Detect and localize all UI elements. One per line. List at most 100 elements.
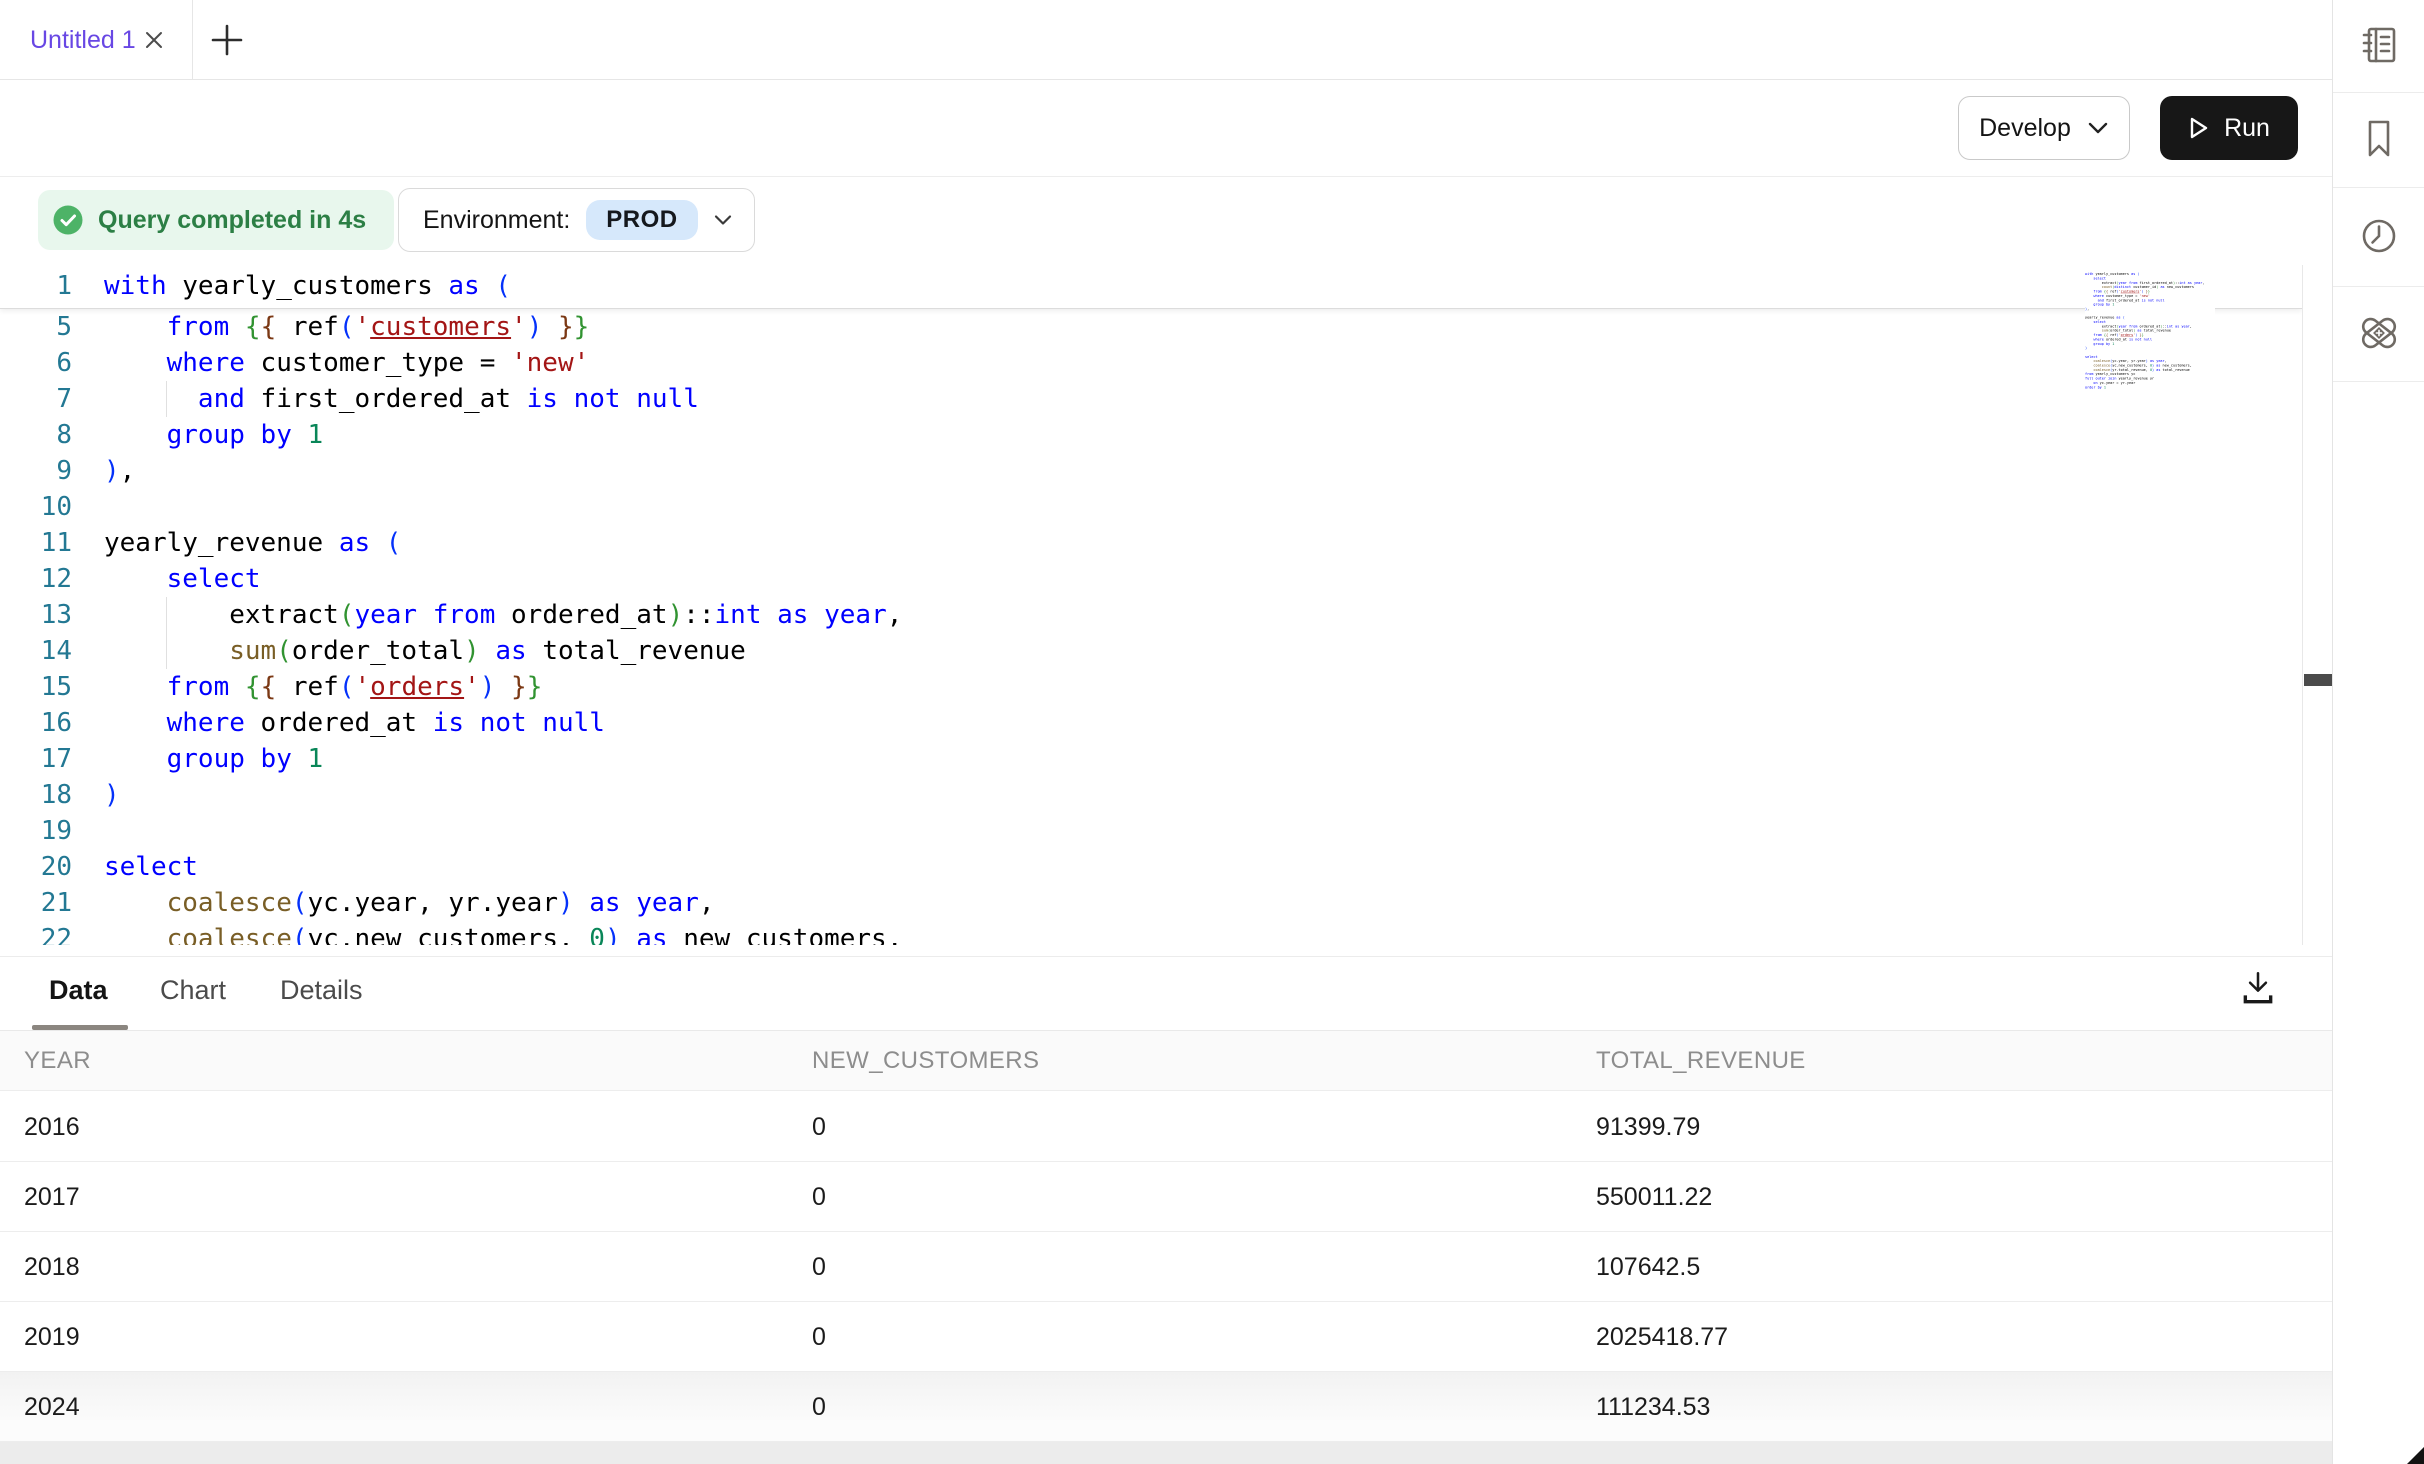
code-text: yearly_revenue as (: [104, 525, 401, 561]
line-number: 15: [0, 669, 72, 705]
table-cell: 0: [812, 1302, 826, 1372]
code-text: extract(year from ordered_at)::int as ye…: [104, 597, 902, 633]
line-number: 1: [0, 265, 72, 308]
code-line[interactable]: 19: [0, 813, 2302, 849]
line-number: 11: [0, 525, 72, 561]
code-text: with yearly_customers as (: [104, 265, 511, 308]
play-icon: [2188, 116, 2210, 140]
code-text: and first_ordered_at is not null: [104, 381, 699, 417]
table-cell: 2024: [24, 1372, 80, 1442]
sidebar-button-bookmark[interactable]: [2333, 93, 2424, 188]
table-cell: 0: [812, 1162, 826, 1232]
code-line[interactable]: 5 from {{ ref('customers') }}: [0, 309, 2302, 345]
sticky-scroll-line[interactable]: 1 with yearly_customers as (: [0, 265, 2302, 309]
table-cell: 550011.22: [1596, 1162, 1712, 1232]
code-text: coalesce(yc.new_customers, 0) as new_cus…: [104, 921, 902, 945]
table-cell: 91399.79: [1596, 1092, 1700, 1162]
line-number: 7: [0, 381, 72, 417]
code-text: ): [104, 777, 120, 813]
column-header-year: YEAR: [24, 1031, 91, 1090]
minimap-code: with yearly_customers as ( select extrac…: [2085, 272, 2215, 389]
environment-dropdown[interactable]: Environment: PROD: [398, 188, 755, 252]
develop-dropdown-button[interactable]: Develop: [1958, 96, 2130, 160]
results-panel: DataChartDetails YEARNEW_CUSTOMERSTOTAL_…: [0, 956, 2332, 1464]
sidebar-button-lineage[interactable]: [2333, 287, 2424, 382]
sidebar-button-history[interactable]: [2333, 188, 2424, 287]
lineage-icon: [2357, 311, 2401, 358]
code-line[interactable]: 7 and first_ordered_at is not null: [0, 381, 2302, 417]
code-line[interactable]: 21 coalesce(yc.year, yr.year) as year,: [0, 885, 2302, 921]
line-number: 18: [0, 777, 72, 813]
develop-label: Develop: [1979, 114, 2071, 143]
code-line[interactable]: 14 sum(order_total) as total_revenue: [0, 633, 2302, 669]
history-icon: [2357, 214, 2401, 261]
table-row: 20170550011.22: [0, 1162, 2332, 1232]
line-number: 12: [0, 561, 72, 597]
resize-corner[interactable]: [2407, 1447, 2424, 1464]
code-line[interactable]: 9),: [0, 453, 2302, 489]
code-line[interactable]: 8 group by 1: [0, 417, 2302, 453]
tab-title: Untitled 1: [30, 0, 136, 80]
code-line[interactable]: 13 extract(year from ordered_at)::int as…: [0, 597, 2302, 633]
check-circle-icon: [52, 204, 84, 236]
download-results-button[interactable]: [2234, 965, 2282, 1013]
code-line[interactable]: 22 coalesce(yc.new_customers, 0) as new_…: [0, 921, 2302, 945]
table-row: 2019 0 2025418.77: [0, 1302, 2332, 1372]
line-number: 13: [0, 597, 72, 633]
code-line[interactable]: 6 where customer_type = 'new': [0, 345, 2302, 381]
code-line[interactable]: 10: [0, 489, 2302, 525]
code-line[interactable]: 1 with yearly_customers as (: [0, 265, 2302, 308]
chevron-down-icon: [714, 214, 732, 226]
line-number: 19: [0, 813, 72, 849]
code-text: sum(order_total) as total_revenue: [104, 633, 746, 669]
line-number: 5: [0, 309, 72, 345]
code-text: select: [104, 849, 198, 885]
table-cell: 0: [812, 1232, 826, 1302]
line-number: 16: [0, 705, 72, 741]
chevron-down-icon: [2087, 121, 2109, 135]
editor-lines[interactable]: 5 from {{ ref('customers') }}6 where cus…: [0, 309, 2302, 945]
code-line[interactable]: 12 select: [0, 561, 2302, 597]
code-line[interactable]: 16 where ordered_at is not null: [0, 705, 2302, 741]
editor-scroll-indicator[interactable]: [2304, 674, 2332, 686]
close-tab-icon[interactable]: [142, 28, 166, 52]
code-line[interactable]: 17 group by 1: [0, 741, 2302, 777]
sidebar-filler: [2333, 382, 2424, 1464]
tab-untitled-1[interactable]: Untitled 1: [0, 0, 192, 80]
table-row: 20240111234.53: [0, 1372, 2332, 1442]
status-row: Query completed in 4s Environment: PROD: [0, 177, 2332, 265]
line-number: 6: [0, 345, 72, 381]
code-text: where ordered_at is not null: [104, 705, 605, 741]
table-cell: 2025418.77: [1596, 1302, 1728, 1372]
code-text: from {{ ref('orders') }}: [104, 669, 542, 705]
table-body: 2016091399.7920170550011.2220180107642.5…: [0, 1092, 2332, 1442]
code-line[interactable]: 18): [0, 777, 2302, 813]
table-cell: 2019: [24, 1302, 80, 1372]
editor-toolbar: Develop Run: [0, 80, 2332, 177]
table-cell: 111234.53: [1596, 1372, 1710, 1442]
results-tab-chart[interactable]: Chart: [160, 957, 226, 1023]
query-status-pill: Query completed in 4s: [38, 190, 394, 250]
table-cell: 0: [812, 1092, 826, 1162]
new-tab-button[interactable]: [206, 20, 248, 62]
results-tab-details[interactable]: Details: [280, 957, 363, 1023]
results-tabs: Data Chart Details: [0, 957, 2332, 1030]
sidebar-button-notebook[interactable]: [2333, 0, 2424, 93]
run-button[interactable]: Run: [2160, 96, 2298, 160]
code-line[interactable]: 11 yearly_revenue as (: [0, 525, 2302, 561]
horizontal-scrollbar[interactable]: [0, 1442, 2332, 1464]
main-column: Untitled 1 Develop R: [0, 0, 2332, 1464]
run-label: Run: [2224, 114, 2270, 143]
code-editor[interactable]: 1 with yearly_customers as ( 5 from {{ re…: [0, 265, 2303, 945]
minimap[interactable]: with yearly_customers as ( select extrac…: [2085, 272, 2215, 394]
code-line[interactable]: 20select: [0, 849, 2302, 885]
table-cell: 107642.5: [1596, 1232, 1700, 1302]
code-line[interactable]: 15 from {{ ref('orders') }}: [0, 669, 2302, 705]
plus-icon: [207, 20, 247, 60]
tab-separator: [192, 0, 193, 80]
environment-label: Environment:: [423, 206, 570, 235]
download-icon: [2239, 969, 2277, 1007]
right-sidebar: [2332, 0, 2424, 1464]
line-number: 21: [0, 885, 72, 921]
results-tab-data[interactable]: Data: [49, 957, 108, 1023]
